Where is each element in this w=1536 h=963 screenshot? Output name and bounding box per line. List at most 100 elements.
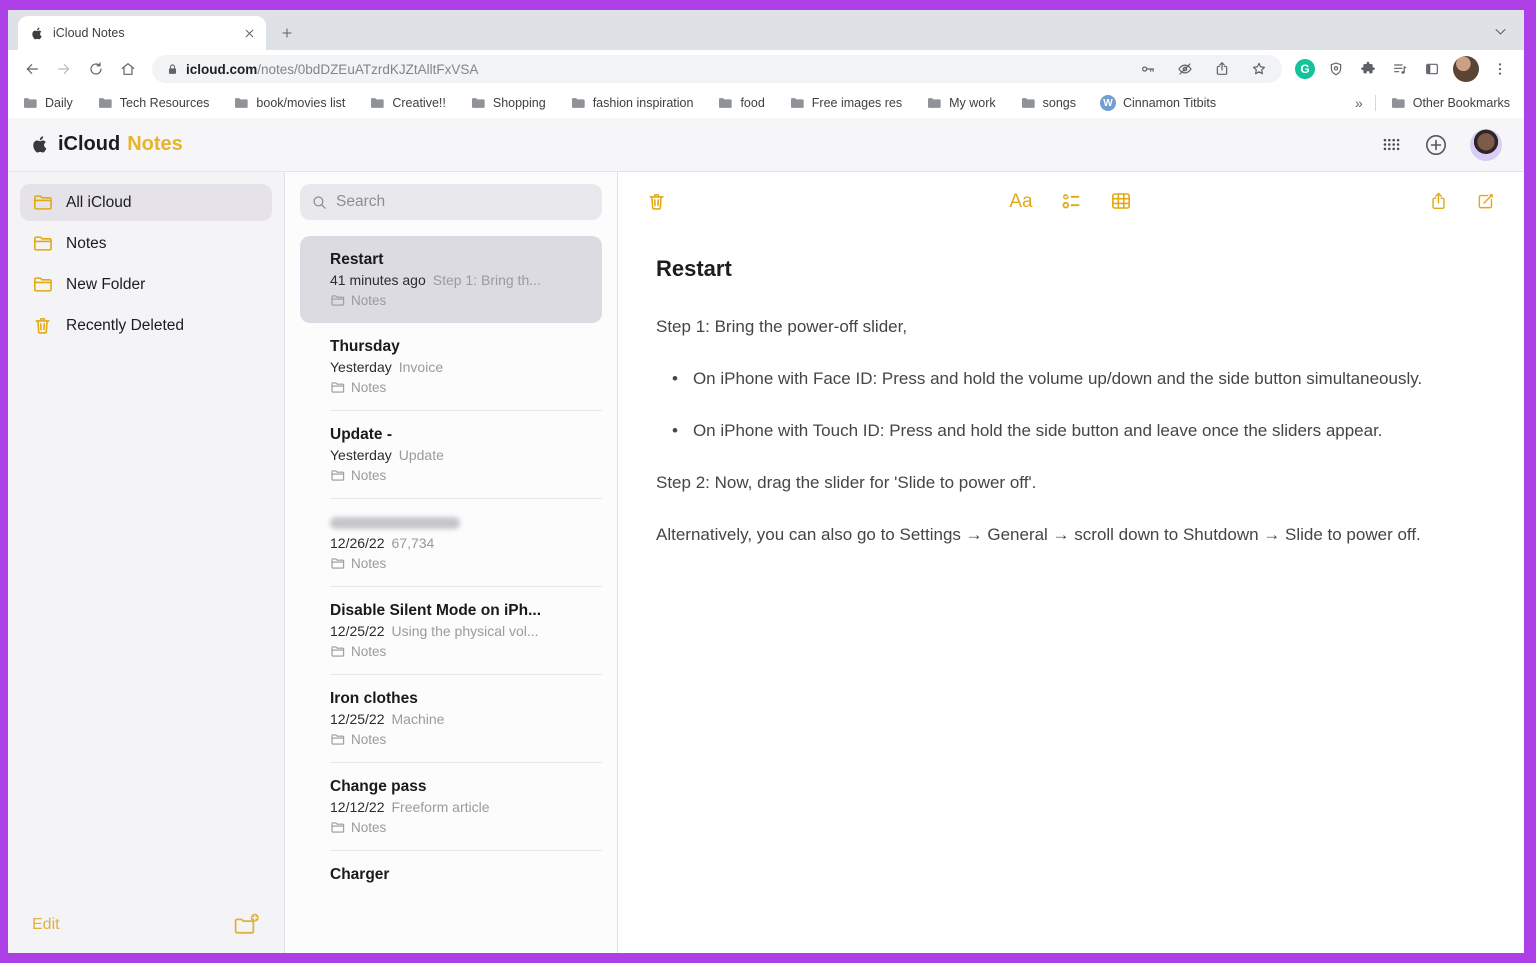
note-item-date: 12/26/22	[330, 533, 385, 554]
eye-off-icon[interactable]	[1172, 56, 1198, 82]
side-panel-icon[interactable]	[1419, 56, 1445, 82]
sidebar-item-all-icloud[interactable]: All iCloud	[20, 184, 272, 221]
note-item-title: Charger	[330, 864, 586, 885]
note-list-item[interactable]: ThursdayYesterdayInvoiceNotes	[300, 323, 602, 410]
note-title: Restart	[656, 256, 1486, 282]
apple-logo-icon	[30, 134, 51, 155]
note-list-item[interactable]: Restart41 minutes agoStep 1: Bring th...…	[300, 236, 602, 323]
note-item-folder-label: Notes	[351, 642, 386, 661]
folder-icon	[1390, 95, 1406, 111]
folder-icon	[330, 468, 345, 483]
folder-icon	[97, 95, 113, 111]
bookmark-item[interactable]: WCinnamon Titbits	[1100, 95, 1216, 111]
bookmark-label: Tech Resources	[120, 96, 210, 110]
note-paragraph: Step 1: Bring the power-off slider,	[656, 314, 1486, 339]
bookmark-item[interactable]: food	[717, 95, 764, 111]
address-bar[interactable]: icloud.com/notes/0bdDZEuATzrdKJZtAlltFxV…	[152, 55, 1282, 83]
reload-button[interactable]	[82, 55, 110, 83]
note-content[interactable]: Restart Step 1: Bring the power-off slid…	[646, 230, 1496, 574]
folder-icon	[570, 95, 586, 111]
note-list-item[interactable]: Update -YesterdayUpdateNotes	[300, 411, 602, 498]
share-note-icon[interactable]	[1428, 191, 1449, 212]
bookmarks-overflow-chevron[interactable]: »	[1355, 95, 1363, 111]
note-item-preview: Using the physical vol...	[392, 621, 539, 642]
compose-note-icon[interactable]	[1475, 191, 1496, 212]
toolbar-right-group	[1133, 191, 1496, 212]
note-list-item[interactable]: Disable Silent Mode on iPh...12/25/22Usi…	[300, 587, 602, 674]
checklist-icon[interactable]	[1059, 189, 1083, 213]
share-icon[interactable]	[1209, 56, 1235, 82]
folder-icon	[470, 95, 486, 111]
bullet-text: On iPhone with Face ID: Press and hold t…	[693, 366, 1422, 391]
folder-icon	[717, 95, 733, 111]
sidebar-item-notes[interactable]: Notes	[20, 225, 272, 262]
format-text-button[interactable]: Aa	[1009, 192, 1032, 211]
note-item-meta: 12/25/22Machine	[330, 709, 586, 730]
note-list-item[interactable]: Change pass12/12/22Freeform articleNotes	[300, 763, 602, 850]
bookmark-item[interactable]: fashion inspiration	[570, 95, 694, 111]
home-button[interactable]	[114, 55, 142, 83]
folder-icon	[926, 95, 942, 111]
tab-search-chevron-icon[interactable]	[1493, 24, 1508, 39]
bookmark-item[interactable]: songs	[1020, 95, 1076, 111]
grammarly-extension-icon[interactable]: G	[1295, 59, 1315, 79]
browser-profile-avatar[interactable]	[1453, 56, 1479, 82]
notes-app: All iCloud Notes New Folder Recently Delete…	[8, 172, 1524, 953]
folders-sidebar: All iCloud Notes New Folder Recently Delete…	[8, 172, 285, 953]
bookmark-item[interactable]: Shopping	[470, 95, 546, 111]
plus-circle-icon[interactable]	[1424, 133, 1448, 157]
note-item-preview: Freeform article	[392, 797, 490, 818]
extensions-puzzle-icon[interactable]	[1355, 56, 1381, 82]
sidebar-item-recently-deleted[interactable]: Recently Deleted	[20, 307, 272, 344]
tab-close-icon[interactable]	[241, 25, 258, 42]
sidebar-item-new-folder[interactable]: New Folder	[20, 266, 272, 303]
other-bookmarks-button[interactable]: Other Bookmarks	[1390, 95, 1510, 111]
note-item-preview: Invoice	[399, 357, 443, 378]
note-list-item[interactable]: 12/26/2267,734Notes	[300, 499, 602, 586]
edit-button[interactable]: Edit	[32, 916, 60, 934]
password-key-icon[interactable]	[1135, 56, 1161, 82]
folder-icon	[330, 820, 345, 835]
folder-icon	[1020, 95, 1036, 111]
brand-notes-label: Notes	[127, 133, 183, 156]
lock-icon	[166, 63, 179, 76]
folder-icon	[32, 192, 53, 213]
note-list-item[interactable]: Charger	[300, 851, 602, 898]
folder-icon	[22, 95, 38, 111]
note-item-title: Update -	[330, 424, 586, 445]
note-item-preview: Step 1: Bring th...	[433, 270, 541, 291]
kebab-menu-icon[interactable]	[1487, 56, 1513, 82]
folder-icon	[32, 233, 53, 254]
app-grid-icon[interactable]	[1381, 134, 1402, 155]
bookmark-star-icon[interactable]	[1246, 56, 1272, 82]
bookmark-item[interactable]: Daily	[22, 95, 73, 111]
table-icon[interactable]	[1109, 189, 1133, 213]
new-tab-button[interactable]	[274, 20, 300, 46]
shield-extension-icon[interactable]	[1323, 56, 1349, 82]
sidebar-items: All iCloud Notes New Folder Recently Delete…	[20, 184, 272, 348]
bookmark-item[interactable]: book/movies list	[233, 95, 345, 111]
back-button[interactable]	[18, 55, 46, 83]
bookmark-label: songs	[1043, 96, 1076, 110]
search-icon	[311, 194, 328, 211]
reading-list-icon[interactable]	[1387, 56, 1413, 82]
bookmark-item[interactable]: Free images res	[789, 95, 902, 111]
account-avatar[interactable]	[1470, 129, 1502, 161]
search-input[interactable]: Search	[300, 184, 602, 220]
note-item-folder-label: Notes	[351, 378, 386, 397]
bookmark-item[interactable]: Tech Resources	[97, 95, 210, 111]
folder-icon	[233, 95, 249, 111]
browser-tab[interactable]: iCloud Notes	[18, 16, 266, 50]
note-list-item[interactable]: Iron clothes12/25/22MachineNotes	[300, 675, 602, 762]
note-item-folder: Notes	[330, 730, 586, 749]
note-item-folder-label: Notes	[351, 730, 386, 749]
toolbar-center-group: Aa	[1009, 189, 1132, 213]
bookmark-item[interactable]: Creative!!	[369, 95, 446, 111]
note-item-date: 12/25/22	[330, 621, 385, 642]
forward-button[interactable]	[50, 55, 78, 83]
note-item-preview: Machine	[392, 709, 445, 730]
new-folder-icon[interactable]	[233, 912, 260, 937]
delete-note-trash-icon[interactable]	[646, 191, 667, 212]
bookmark-item[interactable]: My work	[926, 95, 996, 111]
bookmark-label: Creative!!	[392, 96, 446, 110]
